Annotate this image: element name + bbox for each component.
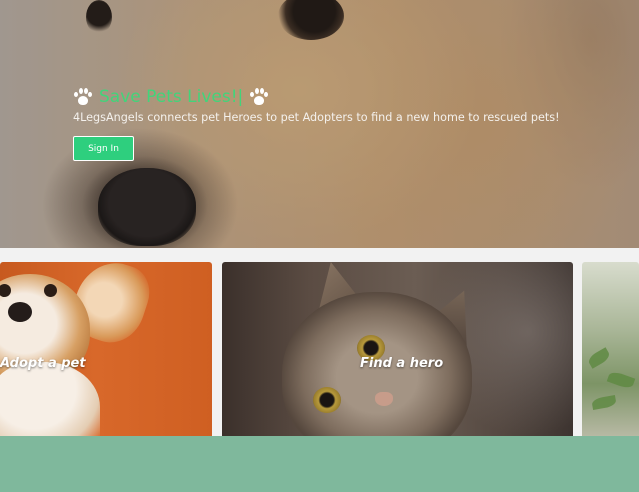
hero-subtitle: 4LegsAngels connects pet Heroes to pet A…	[73, 111, 560, 124]
plant-image	[606, 369, 636, 391]
plant-image	[586, 347, 612, 369]
cat-nose-image	[375, 392, 393, 406]
sign-in-button[interactable]: Sign In	[73, 136, 134, 161]
paw-icon	[249, 88, 269, 106]
hero-title: Save Pets Lives!|	[73, 86, 269, 108]
dog-body-image	[0, 362, 100, 436]
hero-banner: Save Pets Lives!| 4LegsAngels connects p…	[0, 0, 639, 248]
third-card[interactable]	[582, 262, 639, 436]
adopt-a-pet-label: Adopt a pet	[0, 356, 86, 371]
hero-title-text: Save Pets Lives!|	[99, 87, 244, 107]
adopt-a-pet-card[interactable]: Adopt a pet	[0, 262, 212, 436]
paw-icon	[73, 88, 93, 106]
cat-eye-image	[313, 387, 341, 413]
find-a-hero-card[interactable]: Find a hero	[222, 262, 573, 436]
find-a-hero-label: Find a hero	[360, 356, 444, 371]
footer-band	[0, 436, 639, 492]
dog-nose-image	[8, 302, 32, 322]
dog-eye-image	[44, 284, 57, 297]
plant-image	[591, 394, 617, 411]
hero-overlay	[0, 0, 639, 248]
